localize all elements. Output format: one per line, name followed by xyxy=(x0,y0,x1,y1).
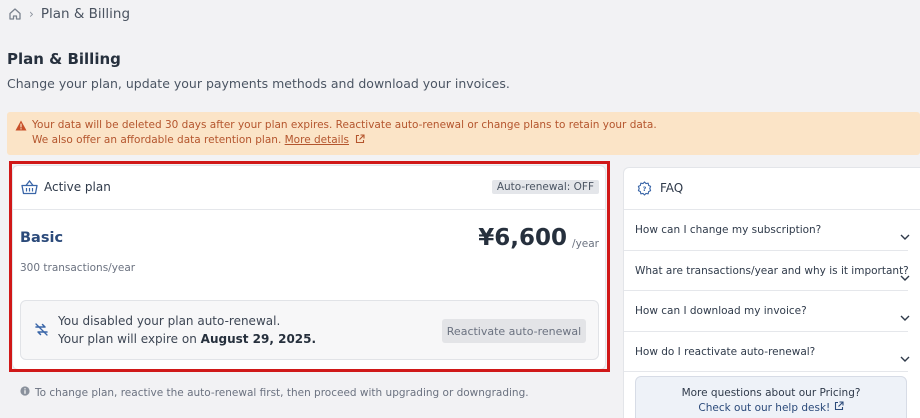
footnote-text: To change plan, reactive the auto-renewa… xyxy=(35,386,529,399)
active-plan-card: Active plan Auto-renewal: OFF Basic 300 … xyxy=(12,165,606,370)
help-desk-row: Check out our help desk! xyxy=(636,401,906,416)
alert-line-2: We also offer an affordable data retenti… xyxy=(32,133,920,149)
plan-price-unit: /year xyxy=(572,238,599,250)
notice-line-2: Your plan will expire on August 29, 2025… xyxy=(58,332,316,346)
faq-gear-icon: ? xyxy=(637,181,652,200)
svg-text:?: ? xyxy=(643,185,647,193)
faq-help-box: More questions about our Pricing? Check … xyxy=(635,376,907,418)
info-icon xyxy=(20,386,30,399)
breadcrumb: › Plan & Billing xyxy=(8,5,130,23)
external-link-icon[interactable] xyxy=(355,134,365,149)
external-link-icon[interactable] xyxy=(834,401,844,414)
faq-item[interactable]: How can I change my subscription? xyxy=(624,210,910,251)
auto-renewal-notice: You disabled your plan auto-renewal. You… xyxy=(20,300,599,360)
home-icon[interactable] xyxy=(8,7,22,21)
reactivate-auto-renewal-button[interactable]: Reactivate auto-renewal xyxy=(442,319,586,343)
renew-icon xyxy=(34,322,49,341)
basket-icon xyxy=(21,179,38,199)
notice-line-2-text: Your plan will expire on xyxy=(58,332,197,346)
alert-line-2-text: We also offer an affordable data retenti… xyxy=(32,134,282,146)
faq-question: How can I download my invoice? xyxy=(635,305,807,317)
faq-question: What are transactions/year and why is it… xyxy=(635,264,909,277)
page-subtitle: Change your plan, update your payments m… xyxy=(7,76,510,91)
help-desk-link[interactable]: Check out our help desk! xyxy=(698,402,830,414)
faq-question: How do I reactivate auto-renewal? xyxy=(635,345,816,358)
chevron-down-icon[interactable] xyxy=(900,226,910,245)
alert-line-1: Your data will be deleted 30 days after … xyxy=(32,119,657,131)
chevron-down-icon[interactable] xyxy=(900,307,910,326)
warning-icon xyxy=(15,120,27,136)
active-plan-label: Active plan xyxy=(44,180,111,194)
faq-title: FAQ xyxy=(660,181,684,195)
expiry-date: August 29, 2025. xyxy=(200,332,317,346)
faq-question: How can I change my subscription? xyxy=(635,224,822,236)
plan-quota: 300 transactions/year xyxy=(20,262,136,274)
breadcrumb-current: Plan & Billing xyxy=(40,6,131,22)
active-plan-header: Active plan Auto-renewal: OFF xyxy=(13,166,605,210)
breadcrumb-separator: › xyxy=(29,7,34,21)
auto-renewal-badge: Auto-renewal: OFF xyxy=(491,180,599,194)
faq-item[interactable]: How do I reactivate auto-renewal? xyxy=(624,332,910,372)
faq-card: ? FAQ How can I change my subscription? … xyxy=(623,167,920,418)
more-details-link[interactable]: More details xyxy=(285,134,349,146)
chevron-down-icon[interactable] xyxy=(900,267,910,286)
faq-more-title: More questions about our Pricing? xyxy=(681,387,861,399)
page-title: Plan & Billing xyxy=(7,50,121,68)
faq-header: ? FAQ xyxy=(624,168,920,210)
faq-item[interactable]: How can I download my invoice? xyxy=(624,291,910,332)
faq-item[interactable]: What are transactions/year and why is it… xyxy=(624,251,910,291)
notice-line-1: You disabled your plan auto-renewal. xyxy=(58,314,281,328)
plan-change-footnote: To change plan, reactive the auto-renewa… xyxy=(20,386,529,399)
plan-name: Basic xyxy=(20,230,64,246)
chevron-down-icon[interactable] xyxy=(900,348,910,367)
data-deletion-alert: Your data will be deleted 30 days after … xyxy=(7,112,920,155)
plan-price: ¥6,600 xyxy=(478,225,567,251)
